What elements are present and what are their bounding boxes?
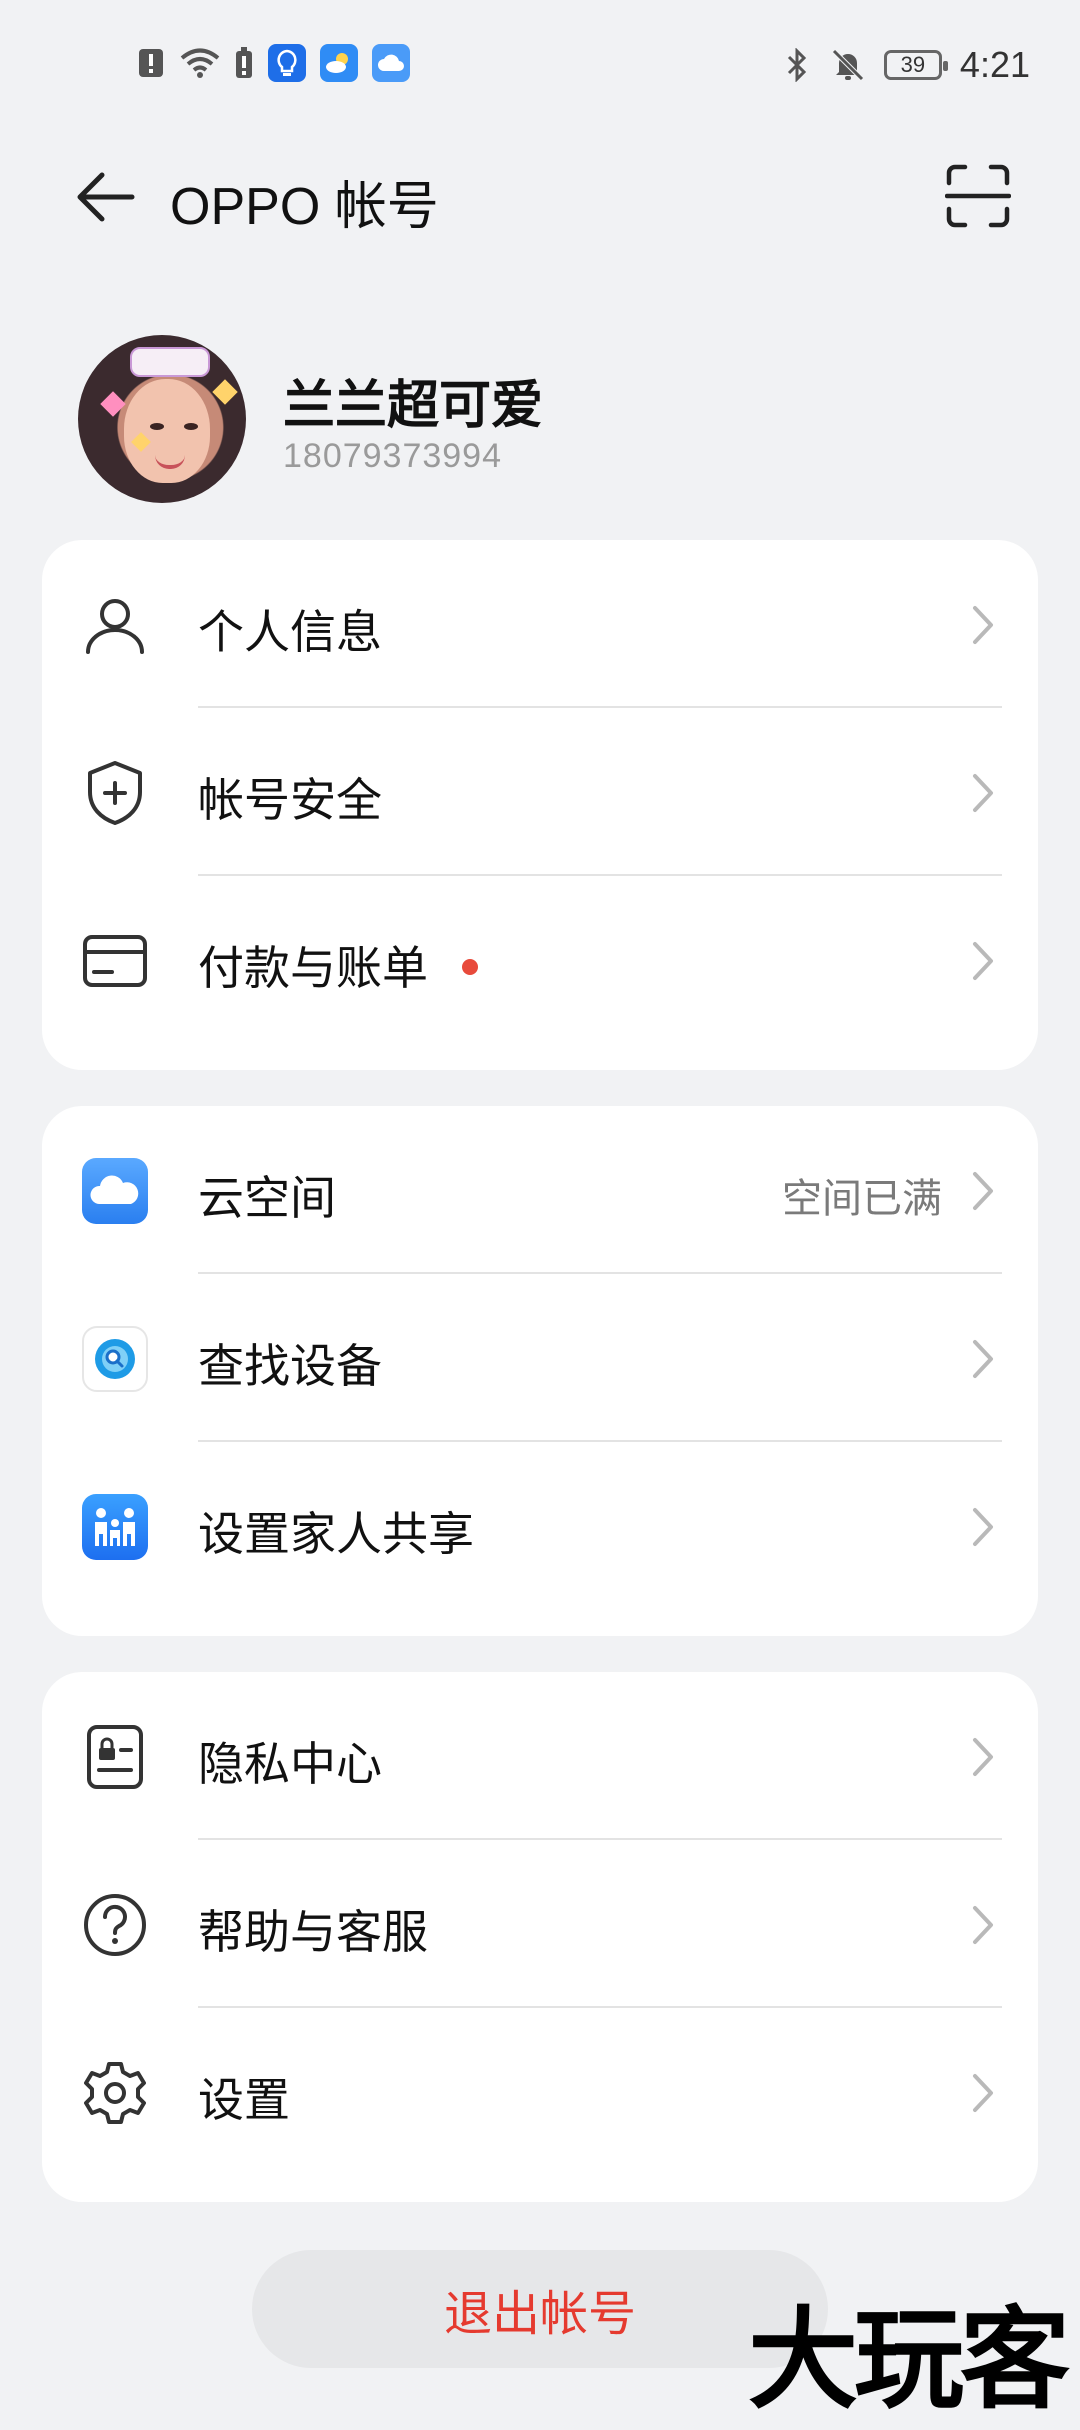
menu-item-account-security[interactable]: 帐号安全	[42, 708, 1038, 876]
back-button[interactable]	[70, 162, 140, 232]
chevron-right-icon	[968, 600, 998, 650]
menu-item-settings[interactable]: 设置	[42, 2008, 1038, 2176]
menu-item-help[interactable]: 帮助与客服	[42, 1840, 1038, 2008]
account-card: 个人信息 帐号安全 付款与账单	[42, 540, 1038, 1070]
weather-app-icon	[320, 44, 358, 82]
status-bar: 39 4:21	[0, 0, 1080, 130]
menu-item-label: 个人信息	[198, 606, 382, 658]
alert-icon	[136, 45, 166, 81]
bluetooth-icon	[782, 47, 812, 83]
menu-item-personal-info[interactable]: 个人信息	[42, 540, 1038, 708]
user-name: 兰兰超可爱	[283, 377, 544, 435]
logout-button[interactable]: 退出帐号	[252, 2250, 828, 2368]
chevron-right-icon	[968, 768, 998, 818]
menu-item-label: 云空间	[198, 1172, 336, 1224]
status-right-icons: 39 4:21	[782, 44, 1030, 86]
menu-item-label: 设置	[198, 2074, 290, 2126]
battery-alert-icon	[234, 45, 254, 81]
person-icon	[80, 590, 150, 660]
cloud-icon	[80, 1156, 150, 1226]
wifi-icon	[180, 45, 220, 81]
support-card: 隐私中心 帮助与客服 设置	[42, 1672, 1038, 2202]
bulb-app-icon	[268, 44, 306, 82]
privacy-icon	[80, 1722, 150, 1792]
chevron-right-icon	[968, 1502, 998, 1552]
menu-item-privacy[interactable]: 隐私中心	[42, 1672, 1038, 1840]
scan-button[interactable]	[940, 158, 1016, 234]
menu-item-family-sharing[interactable]: 设置家人共享	[42, 1442, 1038, 1610]
battery-indicator: 39	[883, 50, 948, 80]
chevron-right-icon	[968, 1166, 998, 1216]
menu-item-cloud[interactable]: 云空间 空间已满	[42, 1106, 1038, 1274]
clock: 4:21	[959, 44, 1030, 85]
notification-dot	[462, 959, 478, 975]
gear-icon	[80, 2058, 150, 2128]
status-left-icons	[136, 44, 410, 82]
menu-item-label: 帮助与客服	[198, 1906, 428, 1958]
menu-item-label: 设置家人共享	[198, 1508, 474, 1560]
chevron-right-icon	[968, 2068, 998, 2118]
menu-item-label: 帐号安全	[198, 774, 382, 826]
menu-item-label: 隐私中心	[198, 1738, 382, 1790]
page-title: OPPO 帐号	[170, 178, 439, 236]
card-icon	[80, 926, 150, 996]
menu-item-payment[interactable]: 付款与账单	[42, 876, 1038, 1044]
arrow-left-icon	[77, 172, 135, 222]
shield-icon	[80, 758, 150, 828]
menu-item-find-device[interactable]: 查找设备	[42, 1274, 1038, 1442]
profile-section[interactable]: 兰兰超可爱 18079373994	[0, 335, 1080, 505]
avatar[interactable]	[78, 335, 246, 503]
chevron-right-icon	[968, 1732, 998, 1782]
help-icon	[80, 1890, 150, 1960]
chevron-right-icon	[968, 1334, 998, 1384]
find-device-icon	[80, 1324, 150, 1394]
menu-item-label: 付款与账单	[198, 942, 428, 994]
chevron-right-icon	[968, 1900, 998, 1950]
user-phone: 18079373994	[283, 437, 503, 475]
chevron-right-icon	[968, 936, 998, 986]
mute-icon	[830, 47, 866, 83]
services-card: 云空间 空间已满 查找设备 设置家人共享	[42, 1106, 1038, 1636]
app-header: OPPO 帐号	[0, 140, 1080, 250]
watermark-logo: 大玩客	[748, 2295, 1070, 2424]
scan-icon	[945, 164, 1011, 228]
cloud-status-value: 空间已满	[782, 1177, 942, 1221]
family-icon	[80, 1492, 150, 1562]
menu-item-label: 查找设备	[198, 1340, 382, 1392]
cloud-app-icon	[372, 44, 410, 82]
